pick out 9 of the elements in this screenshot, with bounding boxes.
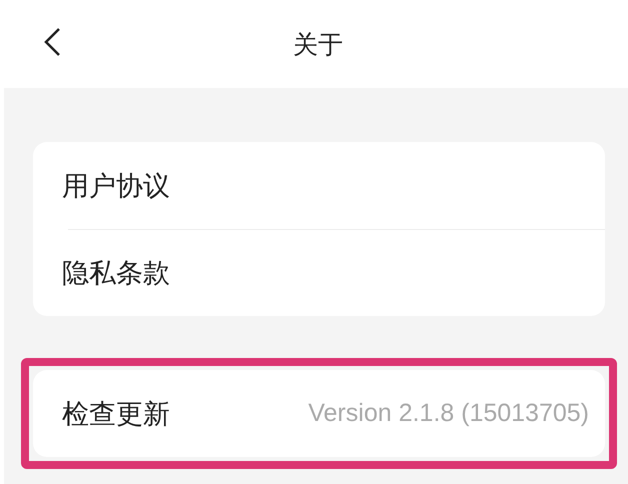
version-text: Version 2.1.8 (15013705) — [308, 399, 589, 428]
settings-row[interactable]: 隐私条款 — [33, 229, 605, 316]
settings-row[interactable]: 检查更新 Version 2.1.8 (15013705) — [33, 370, 605, 457]
row-label: 检查更新 — [62, 398, 170, 432]
page-title: 关于 — [293, 28, 343, 60]
row-label: 用户协议 — [62, 170, 170, 204]
settings-row[interactable]: 用户协议 — [33, 142, 605, 229]
row-label: 隐私条款 — [62, 256, 170, 290]
back-icon — [42, 27, 62, 57]
